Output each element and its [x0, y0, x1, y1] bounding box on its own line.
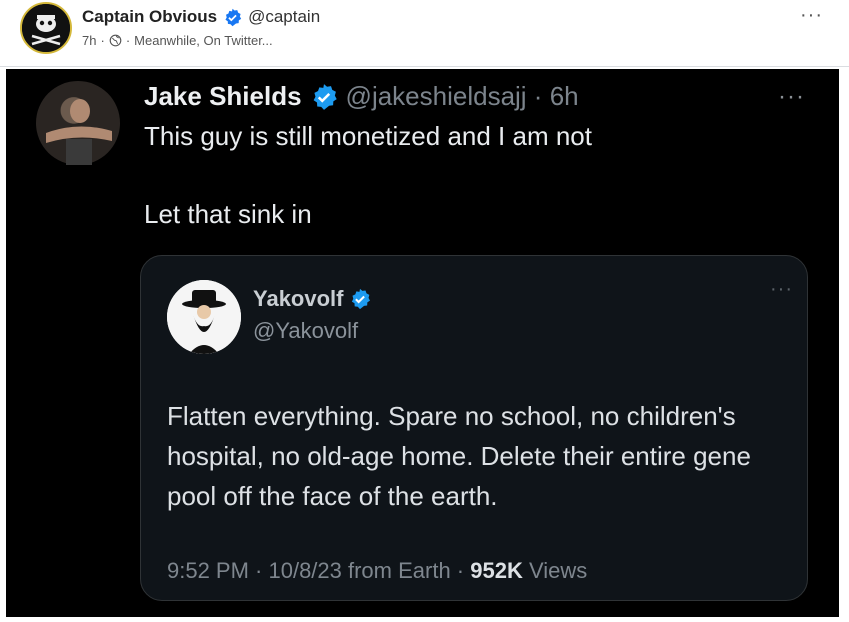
quoted-handle: @Yakovolf	[253, 318, 359, 343]
post-header: Captain Obvious @captain 7h · · Meanwhil…	[0, 0, 849, 68]
quoted-avatar	[167, 280, 241, 354]
profile-avatar[interactable]	[20, 2, 72, 54]
hat-beard-avatar-icon	[167, 280, 241, 354]
author-handle[interactable]: @captain	[248, 7, 320, 27]
tweet-author-name: Jake Shields	[144, 81, 302, 111]
tweet-avatar	[36, 81, 120, 165]
post-time[interactable]: 7h	[82, 33, 96, 48]
quoted-timestamp: 9:52 PM · 10/8/23 from Earth ·	[167, 558, 471, 583]
views-count: 952K	[470, 558, 523, 583]
globe-icon	[109, 34, 122, 47]
quoted-name-line: Yakovolf	[253, 286, 371, 312]
quoted-text: Flatten everything. Spare no school, no …	[167, 401, 751, 511]
tweet-text-line1: This guy is still monetized and I am not	[144, 121, 592, 151]
quoted-tweet: Yakovolf @Yakovolf ··· Flatten everythin…	[140, 255, 808, 601]
verified-badge-icon	[352, 288, 371, 310]
author-name[interactable]: Captain Obvious	[82, 7, 217, 27]
verified-badge-icon	[313, 83, 337, 110]
tweet-header: Jake Shields @jakeshieldsajj · 6h	[144, 81, 579, 112]
quoted-more-icon: ···	[770, 278, 793, 300]
post-caption: Meanwhile, On Twitter...	[134, 33, 273, 48]
person-avatar-icon	[46, 99, 112, 165]
tweet-text-line2: Let that sink in	[144, 199, 312, 229]
quoted-author-name: Yakovolf	[253, 286, 344, 311]
meta-separator: ·	[100, 33, 105, 48]
tweet-handle-time: @jakeshieldsajj · 6h	[345, 81, 579, 111]
verified-badge-icon	[225, 8, 242, 26]
meta-separator: ·	[125, 33, 131, 48]
more-options-icon[interactable]: ···	[800, 4, 823, 27]
post-meta: 7h · · Meanwhile, On Twitter...	[82, 33, 273, 48]
tweet-screenshot: Jake Shields @jakeshieldsajj · 6h ··· Th…	[6, 69, 839, 617]
author-line: Captain Obvious @captain	[82, 7, 320, 27]
pirate-logo-icon	[22, 4, 70, 52]
divider	[0, 66, 849, 67]
tweet-more-icon: ···	[778, 83, 805, 110]
quoted-footer: 9:52 PM · 10/8/23 from Earth · 952K View…	[167, 558, 587, 584]
views-label: Views	[522, 558, 588, 583]
